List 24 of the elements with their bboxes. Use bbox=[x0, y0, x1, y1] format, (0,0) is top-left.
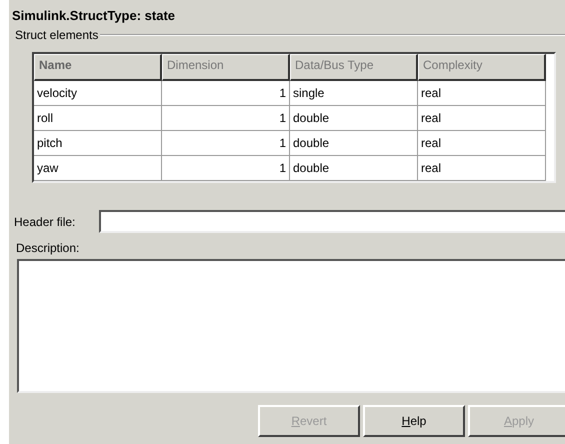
table-cell[interactable]: real bbox=[418, 131, 546, 156]
dialog-title: Simulink.StructType: state bbox=[11, 7, 176, 25]
table-cell[interactable]: double bbox=[290, 106, 418, 131]
header-file-field[interactable] bbox=[99, 210, 565, 233]
table-cell[interactable]: double bbox=[290, 156, 418, 181]
table-cell[interactable]: roll bbox=[34, 106, 162, 131]
table-cell[interactable]: 1 bbox=[162, 131, 290, 156]
table-cell[interactable]: single bbox=[290, 81, 418, 106]
dialog-button[interactable]: Help bbox=[363, 405, 465, 437]
table-cell[interactable]: 1 bbox=[162, 81, 290, 106]
group-label: Struct elements bbox=[15, 28, 100, 42]
description-label: Description: bbox=[16, 241, 80, 255]
table-cell[interactable]: double bbox=[290, 131, 418, 156]
table-cell[interactable]: real bbox=[418, 156, 546, 181]
table-cell[interactable]: real bbox=[418, 106, 546, 131]
table-cell[interactable]: velocity bbox=[34, 81, 162, 106]
table-cell[interactable]: pitch bbox=[34, 131, 162, 156]
column-header[interactable]: Name bbox=[34, 54, 162, 81]
header-file-label: Header file: bbox=[14, 214, 76, 228]
table-cell[interactable]: 1 bbox=[162, 156, 290, 181]
table-cell[interactable]: 1 bbox=[162, 106, 290, 131]
table-cell[interactable]: real bbox=[418, 81, 546, 106]
table-cell[interactable]: yaw bbox=[34, 156, 162, 181]
description-field[interactable] bbox=[17, 259, 565, 393]
